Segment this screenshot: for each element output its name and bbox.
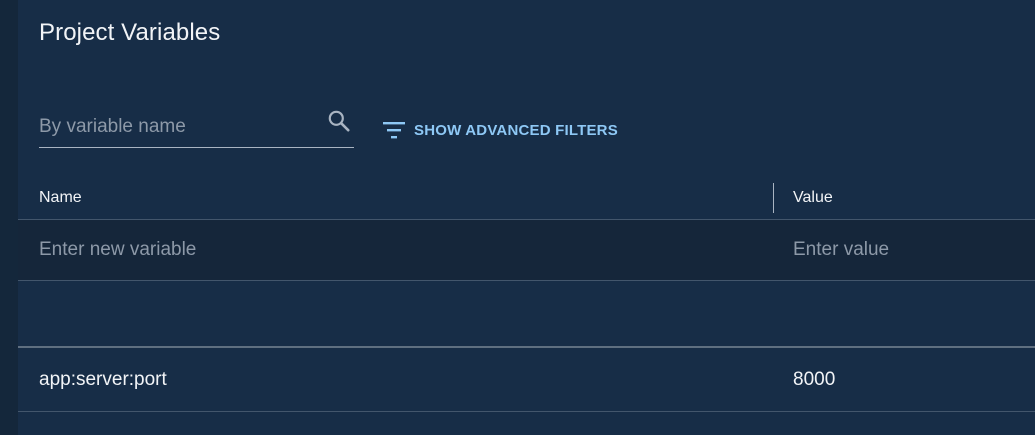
new-variable-name-input[interactable]: [39, 237, 739, 263]
project-variables-panel: Project Variables SHOW ADVANCED FILTERS …: [18, 0, 1035, 435]
filter-list-icon: [383, 122, 405, 139]
search-input[interactable]: [39, 114, 319, 140]
new-variable-value-input[interactable]: [793, 237, 1023, 263]
column-header-value[interactable]: Value: [793, 189, 833, 207]
table-header: Name Value: [18, 180, 1035, 220]
left-gutter: [0, 0, 18, 435]
search-field[interactable]: [39, 102, 354, 148]
table-row[interactable]: app:server:port 8000: [18, 346, 1035, 412]
column-resize-handle[interactable]: [773, 183, 774, 213]
table-spacer: [18, 281, 1035, 346]
variable-value-cell[interactable]: 8000: [793, 369, 835, 391]
show-advanced-filters-button[interactable]: SHOW ADVANCED FILTERS: [382, 118, 618, 142]
new-variable-row: [18, 220, 1035, 281]
variable-name-cell[interactable]: app:server:port: [39, 369, 167, 391]
page-title: Project Variables: [39, 19, 221, 46]
column-header-name[interactable]: Name: [39, 189, 82, 207]
show-advanced-filters-label: SHOW ADVANCED FILTERS: [414, 121, 618, 139]
search-icon[interactable]: [326, 108, 352, 134]
